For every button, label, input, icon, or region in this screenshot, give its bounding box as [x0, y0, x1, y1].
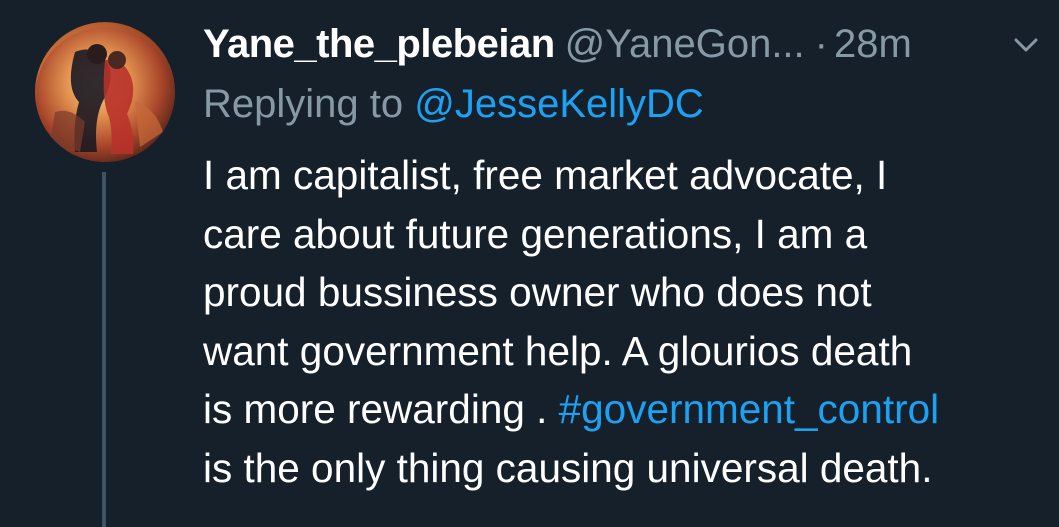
tweet-body-line: is the only thing causing universal deat…	[203, 444, 933, 491]
replying-to-label: Replying to	[203, 82, 404, 126]
tweet-body-line-with-hashtag: is more rewarding . #government_control	[203, 380, 1053, 439]
tweet-body-line: proud bussiness owner who does not	[203, 269, 872, 315]
tweet-header: Yane_the_plebeian @YaneGon... · 28m	[203, 18, 912, 70]
avatar-painting-icon	[35, 27, 175, 162]
thread-connector-line	[102, 172, 106, 527]
author-handle[interactable]: @YaneGon...	[565, 18, 805, 70]
tweet[interactable]: Yane_the_plebeian @YaneGon... · 28m Repl…	[0, 0, 1059, 527]
hashtag-link[interactable]: #government_control	[559, 386, 939, 432]
tweet-body: I am capitalist, free market advocate, I…	[203, 146, 1053, 497]
author-display-name[interactable]: Yane_the_plebeian	[203, 18, 555, 70]
tweet-body-line: care about future generations, I am a	[203, 210, 868, 257]
replying-to: Replying to @JesseKellyDC	[203, 78, 704, 130]
chevron-down-icon[interactable]	[1010, 32, 1042, 58]
tweet-timestamp[interactable]: 28m	[834, 18, 912, 70]
reply-target-mention[interactable]: @JesseKellyDC	[414, 82, 704, 126]
header-separator: ·	[814, 22, 828, 66]
tweet-body-text: is more rewarding .	[203, 386, 559, 432]
tweet-body-line: I am capitalist, free market advocate, I	[203, 152, 888, 198]
tweet-body-line: want government help. A glourios death	[203, 327, 913, 374]
author-avatar[interactable]	[35, 22, 175, 162]
